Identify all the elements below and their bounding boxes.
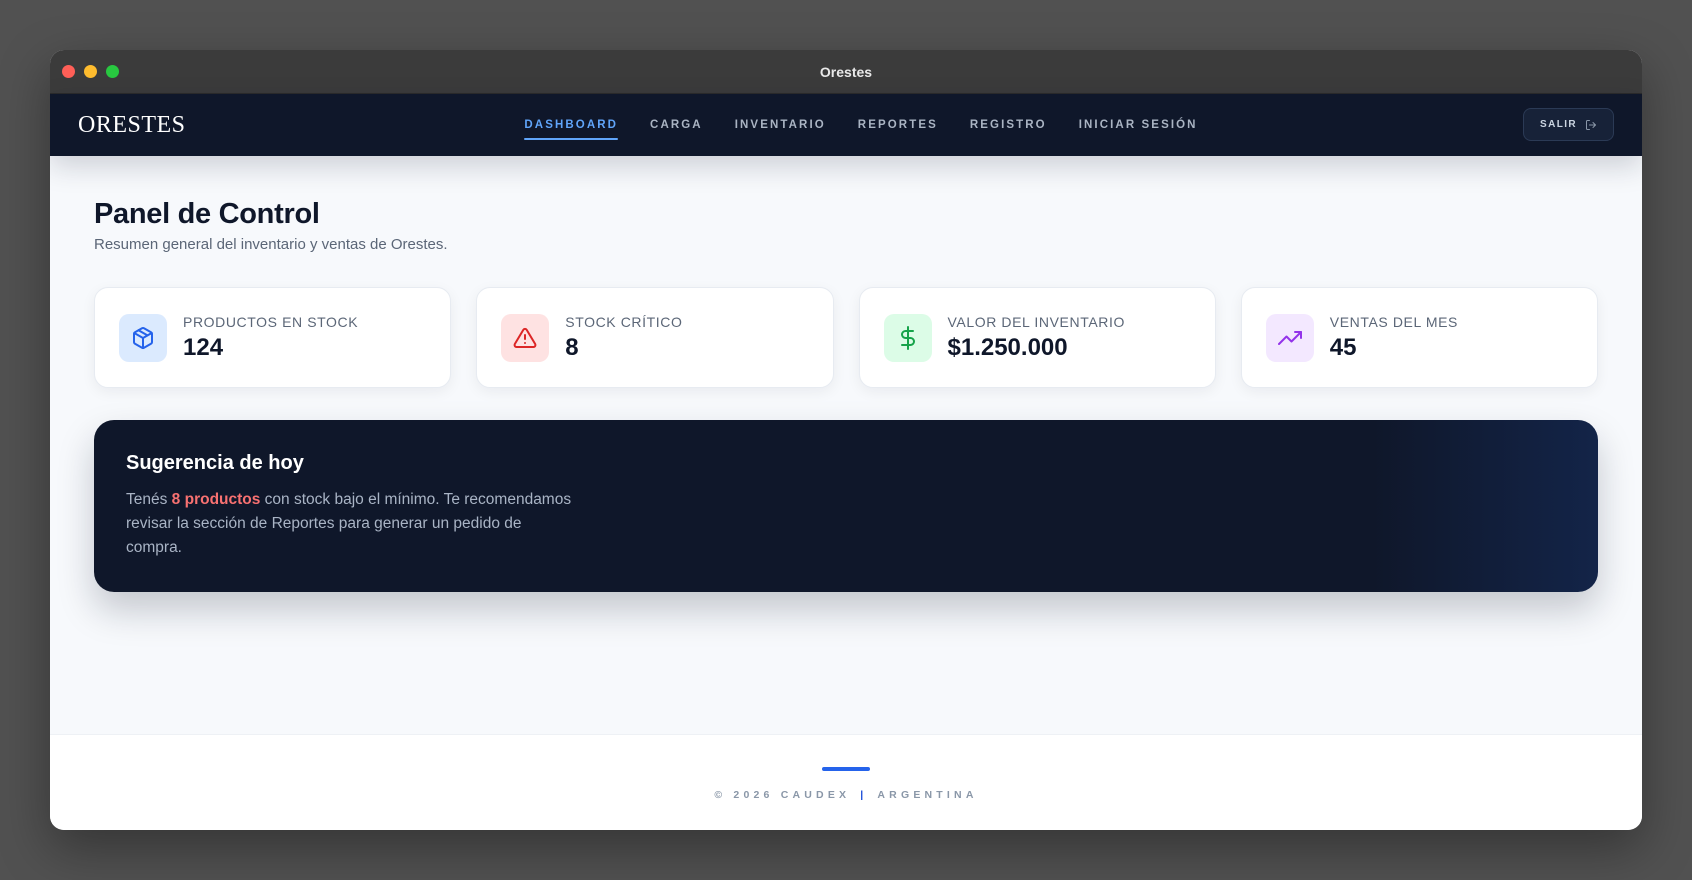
footer-country: ARGENTINA (877, 789, 978, 801)
box-icon (119, 313, 167, 362)
minimize-window-button[interactable] (84, 65, 97, 78)
nav-dashboard[interactable]: DASHBOARD (524, 113, 618, 140)
logout-label: SALIR (1540, 119, 1577, 130)
warning-icon (501, 313, 550, 362)
stat-value: 124 (183, 333, 224, 361)
page-footer: © 2026 CAUDEX | ARGENTINA (50, 734, 1642, 830)
stat-card-ventas-del-mes: VENTAS DEL MES 45 (1240, 287, 1598, 388)
footer-copyright: © 2026 CAUDEX (714, 789, 851, 801)
stat-value: 8 (565, 333, 579, 361)
logout-button[interactable]: SALIR (1523, 108, 1614, 141)
stat-text: STOCK CRÍTICO 8 (565, 314, 682, 362)
app-window: Orestes ORESTES DASHBOARD CARGA INVENTAR… (50, 50, 1642, 830)
page-title: Panel de Control (94, 198, 320, 230)
stat-value: $1.250.000 (947, 333, 1068, 361)
nav-iniciar-sesion[interactable]: INICIAR SESIÓN (1079, 113, 1198, 137)
logout-icon (1586, 119, 1596, 130)
top-navbar: ORESTES DASHBOARD CARGA INVENTARIO REPOR… (50, 94, 1642, 156)
suggestion-text-before: Tenés (126, 491, 172, 508)
maximize-window-button[interactable] (106, 65, 119, 78)
nav-reportes[interactable]: REPORTES (858, 113, 938, 137)
stat-text: VALOR DEL INVENTARIO $1.250.000 (948, 314, 1125, 362)
stat-text: PRODUCTOS EN STOCK 124 (183, 314, 358, 362)
stat-card-productos-en-stock: PRODUCTOS EN STOCK 124 (94, 287, 452, 388)
stats-row: PRODUCTOS EN STOCK 124 STOCK CRÍTICO 8 V… (94, 287, 1598, 388)
suggestion-card: Sugerencia de hoy Tenés 8 productos con … (94, 420, 1598, 592)
stat-label: VENTAS DEL MES (1329, 313, 1458, 330)
page-subtitle: Resumen general del inventario y ventas … (94, 236, 448, 253)
stat-value: 45 (1329, 333, 1357, 361)
main-nav: DASHBOARD CARGA INVENTARIO REPORTES REGI… (50, 94, 1642, 156)
nav-inventario[interactable]: INVENTARIO (735, 113, 826, 137)
suggestion-title: Sugerencia de hoy (126, 452, 304, 474)
footer-separator: | (860, 789, 868, 801)
window-controls (62, 65, 119, 78)
footer-text: © 2026 CAUDEX | ARGENTINA (714, 789, 977, 801)
nav-carga[interactable]: CARGA (650, 113, 703, 137)
brand-logo[interactable]: ORESTES (78, 112, 186, 139)
trending-up-icon (1265, 313, 1314, 362)
stat-text: VENTAS DEL MES 45 (1330, 314, 1458, 362)
stat-label: VALOR DEL INVENTARIO (947, 313, 1125, 330)
stat-label: STOCK CRÍTICO (565, 313, 683, 330)
window-title: Orestes (819, 63, 873, 80)
main-content: Panel de Control Resumen general del inv… (50, 156, 1642, 736)
nav-registro[interactable]: REGISTRO (970, 113, 1047, 137)
suggestion-highlight: 8 productos (171, 491, 261, 508)
footer-accent-bar (822, 767, 870, 771)
close-window-button[interactable] (62, 65, 75, 78)
stat-card-valor-inventario: VALOR DEL INVENTARIO $1.250.000 (858, 287, 1216, 388)
stat-card-stock-critico: STOCK CRÍTICO 8 (476, 287, 834, 388)
suggestion-text: Tenés 8 productos con stock bajo el míni… (126, 488, 576, 560)
window-titlebar: Orestes (50, 50, 1642, 94)
stat-label: PRODUCTOS EN STOCK (183, 313, 359, 330)
dollar-icon (883, 313, 932, 362)
